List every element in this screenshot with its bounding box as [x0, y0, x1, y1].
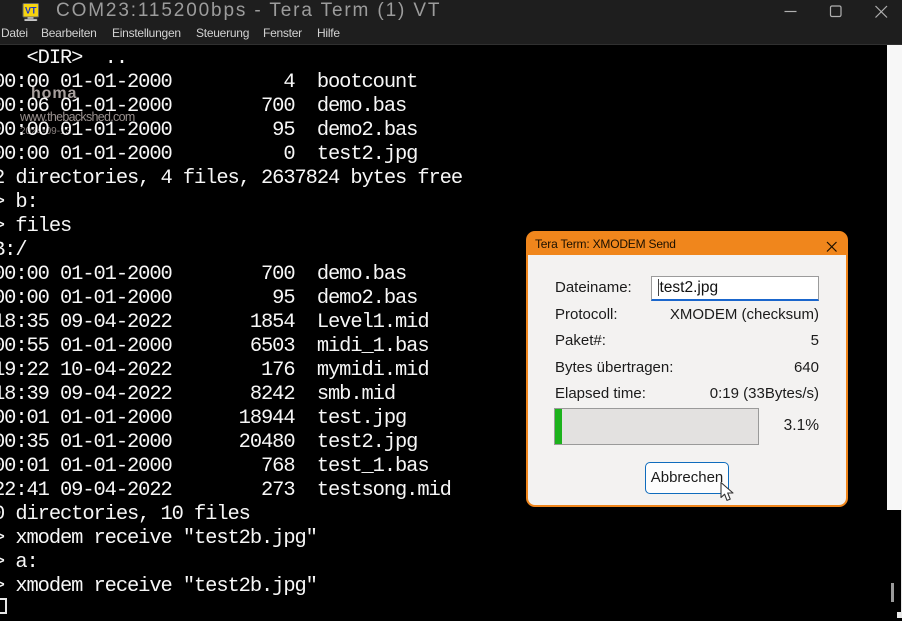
- svg-text:VT: VT: [25, 6, 37, 16]
